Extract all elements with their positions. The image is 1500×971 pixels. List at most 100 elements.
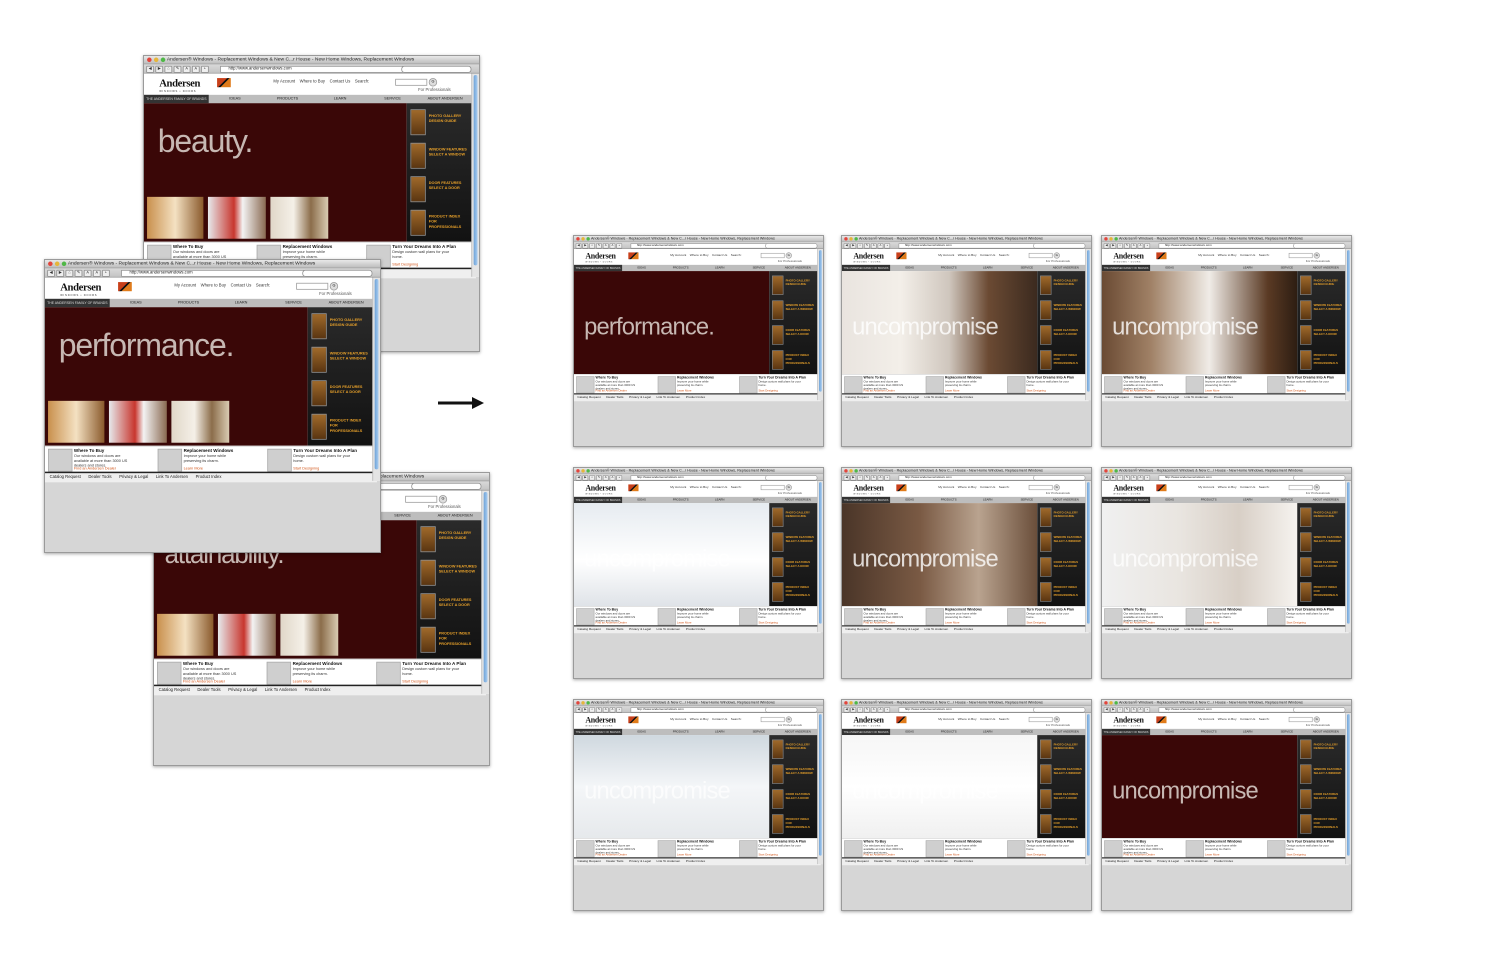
where-to-buy-link[interactable]: Where to Buy: [1218, 254, 1237, 257]
where-to-buy-link[interactable]: Where to Buy: [690, 254, 709, 257]
back-icon[interactable]: ◀: [575, 707, 582, 713]
text-smaller-icon[interactable]: A: [1130, 475, 1137, 481]
hero-banner[interactable]: performance.: [574, 271, 770, 375]
footer-privacy-legal[interactable]: Privacy & Legal: [1157, 858, 1179, 865]
my-account-link[interactable]: My Account: [670, 254, 686, 257]
hero-banner[interactable]: performance.: [45, 307, 308, 446]
search-go-button[interactable]: G: [1313, 484, 1320, 491]
site-search-input[interactable]: [1288, 484, 1313, 491]
my-account-link[interactable]: My Account: [174, 284, 196, 289]
site-search-input[interactable]: [760, 252, 785, 259]
promo-link[interactable]: Find an Andersen Dealer: [1124, 389, 1155, 392]
promo-link[interactable]: Find an Andersen Dealer: [596, 853, 627, 856]
footer-privacy-legal[interactable]: Privacy & Legal: [629, 858, 651, 865]
footer-link-to-andersen[interactable]: Link To Andersen: [265, 686, 297, 695]
footer-privacy-legal[interactable]: Privacy & Legal: [629, 626, 651, 633]
zoom-dot-icon[interactable]: [854, 469, 858, 473]
site-search-input[interactable]: [405, 495, 438, 503]
my-account-link[interactable]: My Account: [273, 80, 295, 85]
side-window-features[interactable]: WINDOW FEATURES SELECT A WINDOW: [311, 344, 369, 374]
vertical-scrollbar[interactable]: [817, 249, 823, 401]
close-dot-icon[interactable]: [1104, 701, 1108, 705]
side-window-features[interactable]: WINDOW FEATURES SELECT A WINDOW: [420, 557, 478, 587]
text-smaller-icon[interactable]: A: [1130, 707, 1137, 713]
footer-link-to-andersen[interactable]: Link To Andersen: [656, 394, 680, 401]
for-professionals-link[interactable]: For Professionals: [1046, 492, 1070, 495]
side-window-features[interactable]: WINDOW FEATURES SELECT A WINDOW: [1040, 298, 1083, 321]
where-to-buy-link[interactable]: Where to Buy: [201, 284, 226, 289]
search-go-button[interactable]: G: [438, 495, 448, 504]
promo-where-to-buy[interactable]: Where To Buy Our windows and doors are a…: [844, 840, 923, 858]
nav-products[interactable]: PRODUCTS: [261, 95, 314, 103]
close-dot-icon[interactable]: [576, 469, 580, 473]
add-bookmark-icon[interactable]: +: [616, 475, 623, 481]
minimize-dot-icon[interactable]: [849, 469, 853, 473]
side-door-features[interactable]: DOOR FEATURES SELECT A DOOR: [772, 323, 815, 346]
scroll-thumb[interactable]: [819, 250, 822, 392]
side-window-features[interactable]: WINDOW FEATURES SELECT A WINDOW: [1300, 762, 1343, 785]
footer-dealer-tools[interactable]: Dealer Tools: [197, 686, 220, 695]
search-go-button[interactable]: G: [329, 282, 339, 291]
edit-icon[interactable]: ✎: [74, 269, 83, 277]
side-photo-gallery[interactable]: PHOTO GALLERY DESIGN GUIDE: [311, 310, 369, 340]
footer-catalog-request[interactable]: Catalog Request: [845, 858, 868, 865]
scroll-thumb[interactable]: [374, 279, 379, 470]
promo-link[interactable]: Find an Andersen Dealer: [864, 621, 895, 624]
nav-family-of-brands[interactable]: THE ANDERSEN FAMILY OF BRANDS: [144, 94, 209, 104]
address-bar[interactable]: http://www.andersenwindows.com: [898, 243, 1036, 249]
promo-where-to-buy[interactable]: Where To Buy Our windows and doors are a…: [1104, 608, 1183, 626]
close-dot-icon[interactable]: [844, 237, 848, 241]
text-smaller-icon[interactable]: A: [602, 475, 609, 481]
side-door-features[interactable]: DOOR FEATURES SELECT A DOOR: [1300, 787, 1343, 810]
promo-link[interactable]: Find an Andersen Dealer: [864, 389, 895, 392]
nav-service[interactable]: SERVICE: [267, 299, 320, 307]
search-go-button[interactable]: G: [1313, 716, 1320, 723]
site-search-input[interactable]: [760, 484, 785, 491]
promo-link[interactable]: Start Designing: [1286, 853, 1305, 856]
footer-catalog-request[interactable]: Catalog Request: [1105, 394, 1128, 401]
site-search-input[interactable]: [1288, 252, 1313, 259]
zoom-dot-icon[interactable]: [586, 469, 590, 473]
promo-link[interactable]: Start Designing: [758, 853, 777, 856]
back-icon[interactable]: ◀: [843, 707, 850, 713]
footer-dealer-tools[interactable]: Dealer Tools: [606, 394, 623, 401]
contact-us-link[interactable]: Contact Us: [231, 284, 252, 289]
vertical-scrollbar[interactable]: [1085, 481, 1091, 633]
side-product-index[interactable]: PRODUCT INDEX FOR PROFESSIONALS: [1040, 812, 1083, 835]
promo-link[interactable]: Find an Andersen Dealer: [1124, 621, 1155, 624]
add-bookmark-icon[interactable]: +: [884, 243, 891, 249]
text-larger-icon[interactable]: A: [877, 475, 884, 481]
promo-where-to-buy[interactable]: Where To Buy Our windows and doors are a…: [844, 608, 923, 626]
site-search-input[interactable]: [1288, 716, 1313, 723]
footer-link-to-andersen[interactable]: Link To Andersen: [1184, 626, 1208, 633]
zoom-dot-icon[interactable]: [586, 701, 590, 705]
footer-product-index[interactable]: Product Index: [954, 858, 973, 865]
contact-us-link[interactable]: Contact Us: [980, 254, 995, 257]
site-search-input[interactable]: [395, 78, 428, 86]
add-bookmark-icon[interactable]: +: [884, 475, 891, 481]
footer-catalog-request[interactable]: Catalog Request: [845, 626, 868, 633]
forward-icon[interactable]: ▶: [1110, 475, 1117, 481]
my-account-link[interactable]: My Account: [1198, 718, 1214, 721]
footer-catalog-request[interactable]: Catalog Request: [1105, 626, 1128, 633]
side-door-features[interactable]: DOOR FEATURES SELECT A DOOR: [1040, 787, 1083, 810]
side-photo-gallery[interactable]: PHOTO GALLERY DESIGN GUIDE: [772, 737, 815, 760]
footer-privacy-legal[interactable]: Privacy & Legal: [897, 394, 919, 401]
contact-us-link[interactable]: Contact Us: [1240, 486, 1255, 489]
side-window-features[interactable]: WINDOW FEATURES SELECT A WINDOW: [1040, 530, 1083, 553]
forward-icon[interactable]: ▶: [582, 475, 589, 481]
promo-dreams-plan[interactable]: Turn Your Dreams Into A Plan Design cust…: [1007, 840, 1084, 858]
footer-product-index[interactable]: Product Index: [1214, 394, 1233, 401]
add-bookmark-icon[interactable]: +: [1144, 475, 1151, 481]
footer-dealer-tools[interactable]: Dealer Tools: [88, 473, 111, 482]
search-go-button[interactable]: G: [1053, 252, 1060, 259]
home-icon[interactable]: ⌂: [857, 243, 863, 249]
search-go-button[interactable]: G: [1313, 252, 1320, 259]
text-larger-icon[interactable]: A: [1137, 475, 1144, 481]
footer-product-index[interactable]: Product Index: [686, 626, 705, 633]
side-door-features[interactable]: DOOR FEATURES SELECT A DOOR: [772, 787, 815, 810]
promo-where-to-buy[interactable]: Where To Buy Our windows and doors are a…: [1104, 376, 1183, 394]
footer-product-index[interactable]: Product Index: [954, 626, 973, 633]
for-professionals-link[interactable]: For Professionals: [778, 492, 802, 495]
footer-dealer-tools[interactable]: Dealer Tools: [874, 626, 891, 633]
